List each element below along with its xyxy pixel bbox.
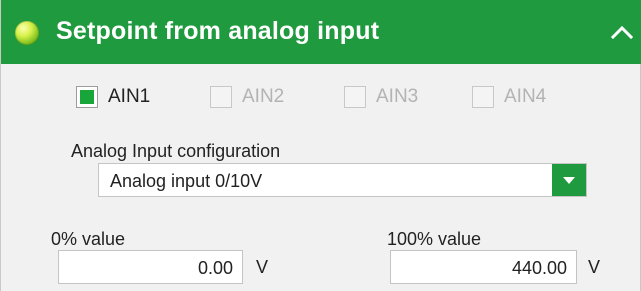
max-value-input[interactable]: 440.00 <box>390 250 577 284</box>
ain3-option[interactable]: AIN3 <box>344 80 418 114</box>
chevron-up-icon[interactable] <box>608 18 636 46</box>
ain1-checkbox[interactable] <box>76 86 98 108</box>
min-value-text: 0.00 <box>197 258 233 278</box>
caret-down-icon[interactable] <box>552 164 586 196</box>
analog-input-config-select[interactable]: Analog input 0/10V <box>98 163 587 197</box>
max-value-label: 100% value <box>387 229 482 249</box>
min-value-label: 0% value <box>51 229 126 249</box>
setpoint-panel: Setpoint from analog input AIN1 AIN2 AIN… <box>0 0 641 291</box>
max-value-text: 440.00 <box>511 258 567 278</box>
ain2-option[interactable]: AIN2 <box>210 80 284 114</box>
ain2-label: AIN2 <box>242 86 285 107</box>
panel-title: Setpoint from analog input <box>56 17 380 45</box>
analog-input-config-label: Analog Input configuration <box>71 141 281 161</box>
ain4-checkbox[interactable] <box>472 86 494 108</box>
analog-input-config-value: Analog input 0/10V <box>110 171 263 191</box>
ain3-label: AIN3 <box>376 86 419 107</box>
analog-input-selector: AIN1 AIN2 AIN3 AIN4 <box>1 80 641 114</box>
ain2-checkbox[interactable] <box>210 86 232 108</box>
max-value-unit: V <box>588 257 601 277</box>
min-value-input[interactable]: 0.00 <box>58 250 243 284</box>
min-value-unit: V <box>256 257 269 277</box>
ain3-checkbox[interactable] <box>344 86 366 108</box>
panel-header[interactable]: Setpoint from analog input <box>1 0 641 64</box>
green-led-icon <box>15 21 39 45</box>
ain4-option[interactable]: AIN4 <box>472 80 546 114</box>
ain1-label: AIN1 <box>108 86 151 107</box>
ain4-label: AIN4 <box>504 86 547 107</box>
ain1-option[interactable]: AIN1 <box>76 80 150 114</box>
